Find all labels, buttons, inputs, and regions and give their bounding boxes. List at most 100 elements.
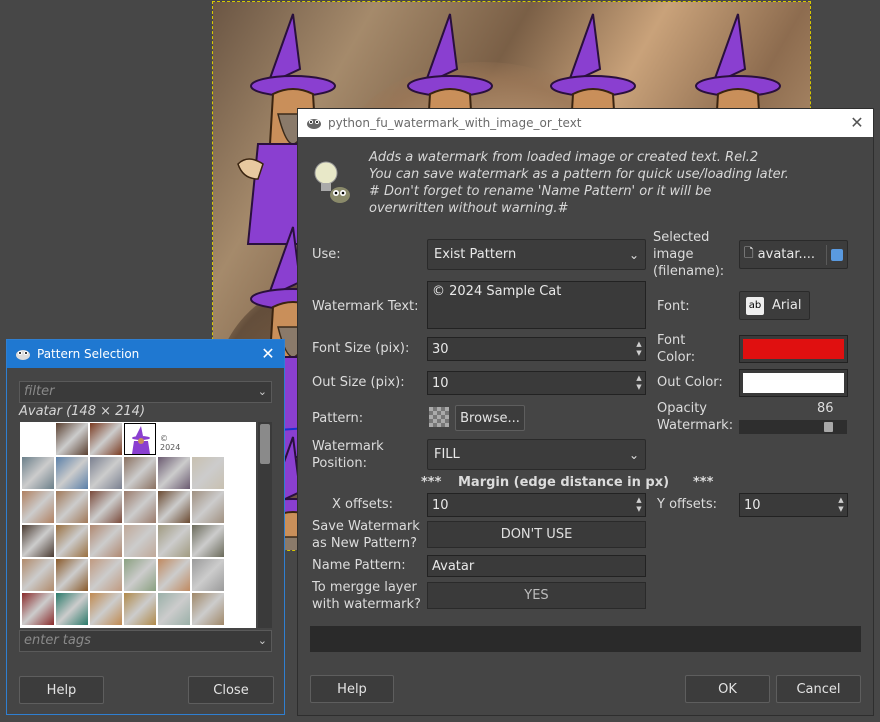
pattern-thumbnail[interactable] <box>158 559 190 591</box>
pattern-thumbnail[interactable] <box>22 457 54 489</box>
opacity-label: Opacity Watermark: <box>657 401 734 433</box>
spin-arrows-icon[interactable]: ▲ ▼ <box>633 338 645 360</box>
plugin-description: Adds a watermark from loaded image or cr… <box>369 150 789 216</box>
out-size-input[interactable]: 10 ▲ ▼ <box>427 371 646 395</box>
pattern-thumbnail[interactable] <box>56 423 88 455</box>
filter-input[interactable]: filter ⌄ <box>19 381 272 403</box>
name-pattern-input[interactable]: Avatar <box>427 555 646 577</box>
font-size-input[interactable]: 30 ▲ ▼ <box>427 337 646 361</box>
chevron-down-icon: ⌄ <box>628 247 639 262</box>
pattern-thumbnail[interactable] <box>192 423 224 455</box>
margin-header-stars-right: *** <box>693 475 714 490</box>
pattern-thumbnail[interactable] <box>158 525 190 557</box>
pattern-thumbnail[interactable] <box>124 559 156 591</box>
merge-label: To mergge layer with watermark? <box>312 580 421 612</box>
preview-text: © 2024 <box>160 434 181 452</box>
pattern-thumbnail[interactable] <box>22 593 54 625</box>
y-offsets-input[interactable]: 10 ▲ ▼ <box>739 493 848 517</box>
ok-button[interactable]: OK <box>685 675 770 703</box>
watermark-text-input[interactable]: © 2024 Sample Cat <box>427 281 646 329</box>
pattern-thumbnail[interactable] <box>90 457 122 489</box>
pattern-thumbnail[interactable] <box>22 423 54 455</box>
pattern-thumbnail[interactable] <box>22 525 54 557</box>
position-select[interactable]: FILL ⌄ <box>427 439 646 470</box>
tags-input[interactable]: enter tags ⌄ <box>19 630 272 652</box>
spin-arrows-icon[interactable]: ▲ ▼ <box>633 494 645 516</box>
pattern-thumbnail[interactable] <box>90 423 122 455</box>
use-select[interactable]: Exist Pattern ⌄ <box>427 239 646 270</box>
close-icon[interactable]: ✕ <box>260 346 276 362</box>
out-color-button[interactable] <box>739 369 848 397</box>
font-button[interactable]: ab Arial <box>739 291 810 320</box>
pattern-thumbnail[interactable] <box>90 525 122 557</box>
x-offsets-input[interactable]: 10 ▲ ▼ <box>427 493 646 517</box>
font-color-button[interactable] <box>739 335 848 363</box>
spin-arrows-icon[interactable]: ▲ ▼ <box>835 494 847 516</box>
watermark-text-label: Watermark Text: <box>312 299 419 314</box>
pattern-thumbnail[interactable] <box>158 491 190 523</box>
chevron-down-icon[interactable]: ⌄ <box>258 385 267 398</box>
pattern-thumbnail[interactable] <box>56 491 88 523</box>
pattern-help-button[interactable]: Help <box>19 676 104 704</box>
save-icon[interactable] <box>831 248 843 261</box>
pattern-thumbnail[interactable] <box>22 559 54 591</box>
chevron-down-icon: ⌄ <box>628 447 639 462</box>
pattern-thumbnail[interactable] <box>192 525 224 557</box>
document-icon: 🗋 <box>744 246 754 260</box>
spin-arrows-icon[interactable]: ▲ ▼ <box>633 372 645 394</box>
opacity-slider[interactable] <box>739 420 847 434</box>
pattern-label: Pattern: <box>312 411 364 426</box>
gimp-icon <box>307 119 321 129</box>
pattern-thumbnail[interactable] <box>124 593 156 625</box>
pattern-thumbnail[interactable] <box>22 491 54 523</box>
pattern-dialog-titlebar[interactable]: Pattern Selection ✕ <box>7 340 284 368</box>
margin-header: Margin (edge distance in px) <box>458 475 670 490</box>
gimp-icon <box>16 350 30 360</box>
pattern-thumbnail[interactable] <box>192 593 224 625</box>
avatar-pattern-thumbnail[interactable] <box>124 423 156 455</box>
pattern-thumbnail[interactable] <box>192 559 224 591</box>
cancel-button[interactable]: Cancel <box>776 675 861 703</box>
save-pattern-toggle[interactable]: DON'T USE <box>427 521 646 548</box>
merge-toggle[interactable]: YES <box>427 582 646 609</box>
position-label: Watermark Position: <box>312 439 384 471</box>
out-color-label: Out Color: <box>657 375 723 390</box>
pattern-thumbnail[interactable] <box>90 593 122 625</box>
pattern-thumbnail[interactable] <box>158 593 190 625</box>
selected-image-chooser[interactable]: 🗋 avatar.... <box>739 240 848 269</box>
pattern-thumbnail[interactable] <box>124 525 156 557</box>
pattern-scrollbar[interactable] <box>258 422 272 628</box>
pattern-thumbnail[interactable] <box>124 457 156 489</box>
pattern-thumbnail[interactable] <box>90 559 122 591</box>
browse-button[interactable]: Browse... <box>455 405 525 431</box>
pattern-grid[interactable]: © 2024 <box>20 422 256 628</box>
pattern-close-button[interactable]: Close <box>188 676 274 704</box>
pattern-thumbnail[interactable]: © 2024 <box>158 423 190 455</box>
pattern-thumbnail[interactable] <box>192 457 224 489</box>
close-icon[interactable]: ✕ <box>849 115 865 131</box>
chevron-down-icon[interactable]: ⌄ <box>258 634 267 647</box>
selected-image-label: Selected image (filename): <box>653 230 725 279</box>
name-pattern-label: Name Pattern: <box>312 558 406 573</box>
y-offsets-label: Y offsets: <box>657 497 718 512</box>
pattern-thumbnail[interactable] <box>56 457 88 489</box>
pattern-thumbnail[interactable] <box>124 491 156 523</box>
watermark-dialog: python_fu_watermark_with_image_or_text ✕… <box>297 108 874 716</box>
main-dialog-title: python_fu_watermark_with_image_or_text <box>328 116 582 130</box>
help-button[interactable]: Help <box>310 675 394 703</box>
pattern-thumbnail[interactable] <box>56 593 88 625</box>
save-label: Save Watermark as New Pattern? <box>312 519 420 551</box>
pattern-thumbnail[interactable] <box>158 457 190 489</box>
opacity-value: 86 <box>817 401 834 416</box>
pattern-thumbnail[interactable] <box>56 525 88 557</box>
margin-header-stars-left: *** <box>421 475 442 490</box>
pattern-thumbnail[interactable] <box>56 559 88 591</box>
pattern-swatch-icon[interactable] <box>429 407 449 427</box>
slider-handle[interactable] <box>824 422 833 432</box>
out-size-label: Out Size (pix): <box>312 375 405 390</box>
font-icon: ab <box>746 296 764 315</box>
main-dialog-titlebar[interactable]: python_fu_watermark_with_image_or_text ✕ <box>298 109 873 137</box>
pattern-thumbnail[interactable] <box>90 491 122 523</box>
pattern-thumbnail[interactable] <box>192 491 224 523</box>
font-color-label: Font Color: <box>657 333 696 365</box>
